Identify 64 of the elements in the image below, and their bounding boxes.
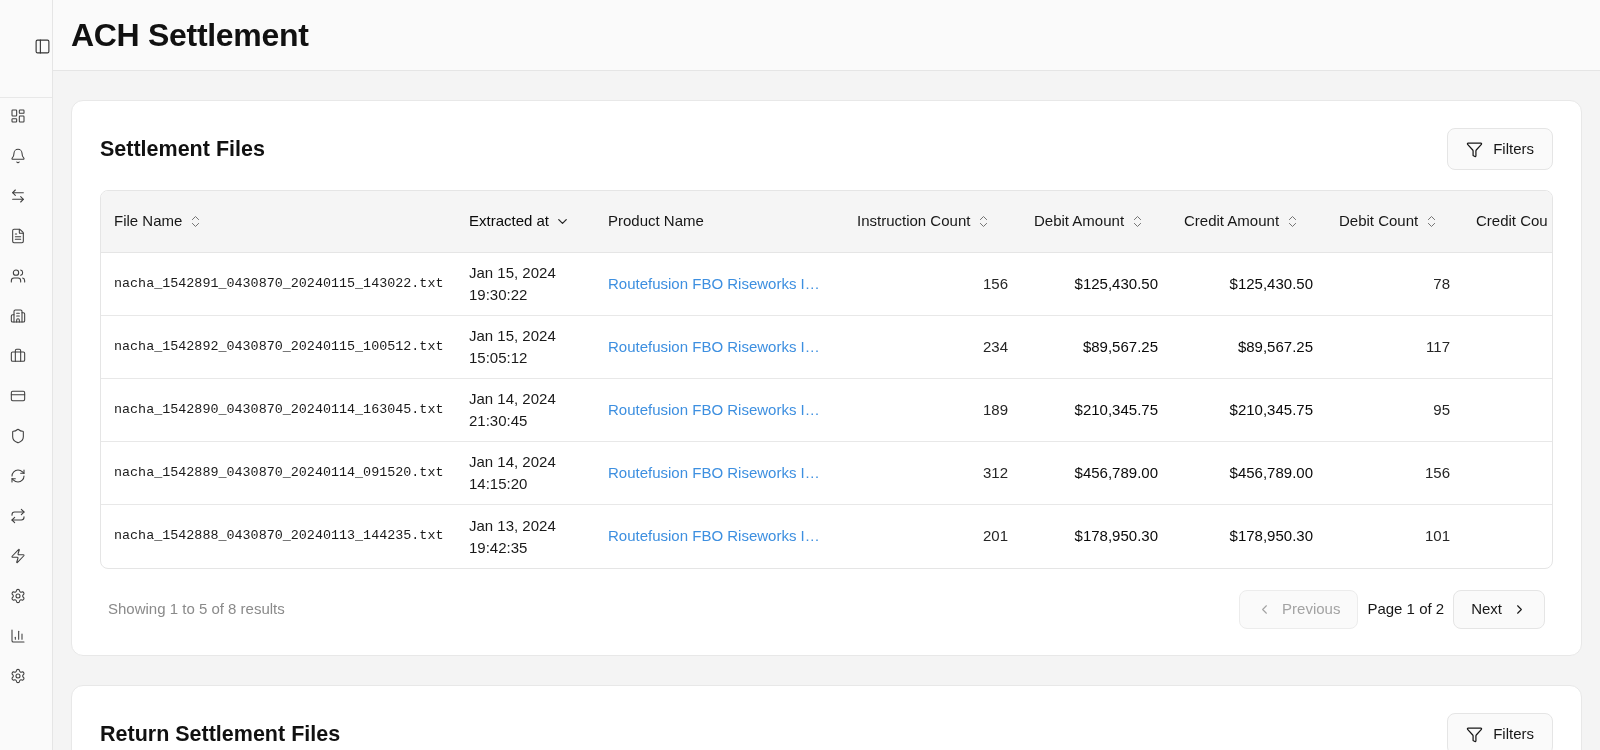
table-cell-text: nacha_1542889_0430870_20240114_091520.txt — [114, 463, 444, 482]
table-cell-text: $178,950.30 — [1229, 526, 1313, 547]
filter-icon — [1466, 725, 1484, 743]
building-icon[interactable] — [10, 308, 26, 324]
briefcase-icon[interactable] — [10, 348, 26, 364]
table-cell-text: 201 — [982, 526, 1008, 547]
users-icon[interactable] — [10, 268, 26, 284]
table-cell-text: 78 — [1433, 273, 1450, 294]
card-title: Return Settlement Files — [100, 720, 341, 748]
table-cell-text: 189 — [982, 399, 1008, 420]
results-summary: Showing 1 to 5 of 8 results — [108, 599, 285, 620]
settings-icon[interactable] — [10, 668, 26, 684]
table-cell-text: 117 — [1426, 336, 1450, 357]
column-header: Credit Cou — [1476, 211, 1548, 232]
table-cell-text: 234 — [982, 336, 1008, 357]
settings-icon[interactable] — [10, 588, 26, 604]
table-cell-text: nacha_1542892_0430870_20240115_100512.txt — [114, 337, 444, 356]
table-cell-text: Jan 15, 2024 15:05:12 — [469, 326, 557, 368]
card-title: Settlement Files — [100, 135, 265, 163]
table-cell-text: Jan 14, 2024 14:15:20 — [469, 452, 557, 494]
table-cell-text: $125,430.50 — [1229, 273, 1313, 294]
credit-card-icon[interactable] — [10, 388, 26, 404]
document-icon[interactable] — [10, 228, 26, 244]
table-cell-text: Jan 13, 2024 19:42:35 — [469, 515, 557, 558]
left-right-arrows-icon[interactable] — [10, 188, 26, 204]
column-header[interactable]: Instruction Count — [857, 210, 992, 233]
table-cell-text: $89,567.25 — [1237, 336, 1313, 357]
column-header[interactable]: Debit Amount — [1034, 210, 1146, 233]
bar-chart-icon[interactable] — [10, 628, 26, 644]
shield-icon[interactable] — [10, 428, 26, 444]
page-indicator: Page 1 of 2 — [1367, 599, 1445, 620]
filters-button[interactable]: Filters — [1447, 713, 1553, 750]
repeat-icon[interactable] — [10, 508, 26, 524]
lightning-icon[interactable] — [10, 548, 26, 564]
table-cell-text: $210,345.75 — [1074, 399, 1158, 420]
column-header: Product Name — [608, 211, 704, 232]
next-button[interactable]: Next — [1453, 590, 1545, 629]
column-header[interactable]: Credit Amount — [1184, 210, 1301, 233]
table-cell-text: nacha_1542888_0430870_20240113_144235.txt — [114, 527, 444, 546]
table-cell-text: $456,789.00 — [1074, 462, 1158, 483]
table-cell-text: 95 — [1433, 399, 1450, 420]
table-cell-text: 101 — [1424, 526, 1450, 547]
column-header[interactable]: Extracted at — [469, 210, 571, 233]
dashboard-icon[interactable] — [10, 108, 26, 124]
refresh-icon[interactable] — [10, 468, 26, 484]
table-cell-text: Jan 15, 2024 19:30:22 — [469, 263, 557, 305]
table-cell-text: $456,789.00 — [1229, 462, 1313, 483]
column-header[interactable]: File Name — [114, 210, 204, 233]
bell-icon[interactable] — [10, 148, 26, 164]
table-cell-text: nacha_1542891_0430870_20240115_143022.txt — [114, 274, 444, 293]
table-cell-text: $89,567.25 — [1082, 336, 1158, 357]
table-cell-text: 156 — [1424, 462, 1450, 483]
table-cell-text: 312 — [982, 462, 1008, 483]
table-cell-text: $125,430.50 — [1074, 273, 1158, 294]
sidebar-toggle-icon[interactable] — [34, 38, 51, 55]
filters-button[interactable]: Filters — [1447, 128, 1553, 170]
filter-icon — [1466, 140, 1484, 158]
column-header[interactable]: Debit Count — [1339, 210, 1440, 233]
table-cell-text: 156 — [982, 273, 1008, 294]
page-title: ACH Settlement — [71, 16, 309, 55]
table-cell-text: nacha_1542890_0430870_20240114_163045.txt — [114, 400, 444, 419]
table-cell-text: $210,345.75 — [1229, 399, 1313, 420]
table-cell-text: $178,950.30 — [1074, 526, 1158, 547]
table-cell-text: Jan 14, 2024 21:30:45 — [469, 389, 557, 431]
